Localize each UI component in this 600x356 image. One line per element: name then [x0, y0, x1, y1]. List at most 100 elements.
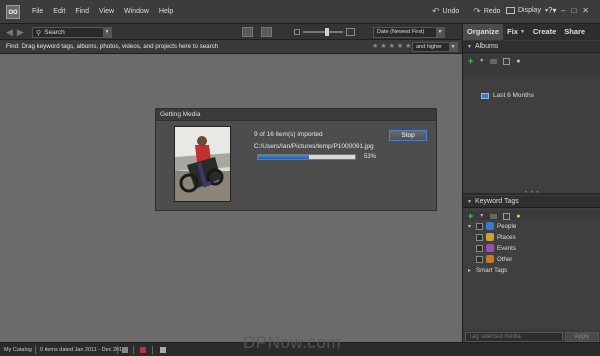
star-icon[interactable]: ★ — [372, 42, 378, 51]
sort-select[interactable]: Date (Newest First) ▼ — [373, 27, 445, 38]
status-divider — [35, 346, 36, 354]
rating-filter-select[interactable]: and higher ▼ — [412, 42, 458, 52]
delete-album-icon[interactable] — [490, 58, 498, 64]
panel-tabs: Organize Fix ▼ Create Share — [463, 24, 600, 40]
forward-arrow-icon[interactable]: ▶ — [17, 27, 24, 37]
collapse-triangle-icon: ▼ — [467, 43, 472, 50]
import-status: 9 of 16 item(s) imported — [254, 131, 323, 138]
progress-percent: 53% — [364, 154, 377, 160]
status-divider — [117, 346, 118, 354]
keyword-tags-header[interactable]: ▼ Keyword Tags — [463, 196, 600, 208]
import-progress-fill — [258, 155, 310, 159]
edit-album-icon[interactable] — [503, 57, 511, 65]
maximize-icon[interactable]: □ — [571, 6, 576, 15]
sync-icon[interactable] — [122, 347, 128, 353]
lightbulb-icon[interactable]: ● — [516, 58, 520, 65]
places-tag-icon — [486, 233, 494, 241]
display-button[interactable]: Display ▼ — [506, 7, 549, 14]
sort-value: Date (Newest First) — [377, 29, 425, 35]
status-divider — [152, 346, 153, 354]
menu-items: File Edit Find View Window Help — [32, 8, 173, 15]
tag-item-places[interactable]: Places — [468, 233, 516, 241]
tag-selected-media-input[interactable] — [465, 332, 563, 342]
undo-button[interactable]: ↶ Undo — [432, 6, 459, 17]
menu-window[interactable]: Window — [124, 8, 149, 15]
tag-label: Places — [497, 233, 516, 241]
help-icon[interactable]: ?▾ — [548, 6, 556, 15]
star-icon[interactable]: ★ — [380, 42, 386, 51]
stop-button[interactable]: Stop — [389, 130, 427, 141]
expand-triangle-icon[interactable]: ▾ — [468, 223, 473, 230]
minimize-icon[interactable]: – — [561, 6, 565, 15]
chevron-down-icon[interactable]: ▼ — [479, 58, 484, 64]
tag-checkbox[interactable] — [476, 244, 483, 252]
search-box: ⚲ ▼ — [32, 27, 112, 38]
chevron-down-icon: ▼ — [519, 29, 525, 35]
apply-button[interactable]: Apply — [565, 332, 599, 342]
toolbar: ◀ ▶ ⚲ ▼ Date (Newest First) ▼ — [0, 24, 462, 40]
other-tag-icon — [486, 255, 494, 263]
collapse-triangle-icon: ▼ — [467, 198, 472, 205]
menu-edit[interactable]: Edit — [53, 8, 65, 15]
albums-header[interactable]: ▼ Albums — [463, 41, 600, 53]
large-thumb-icon[interactable] — [346, 28, 355, 36]
tag-checkbox[interactable] — [476, 255, 483, 263]
menu-file[interactable]: File — [32, 8, 43, 15]
add-album-icon[interactable]: + — [468, 56, 473, 66]
album-label: Last 6 Months — [493, 92, 534, 99]
rating-filter-value: and higher — [416, 44, 442, 50]
import-progress-bar — [257, 154, 356, 160]
dialog-title: Getting Media — [156, 109, 436, 121]
display-icon — [506, 7, 515, 14]
smart-tags-item[interactable]: ▸ Smart Tags — [468, 266, 516, 274]
chevron-down-icon[interactable]: ▼ — [479, 213, 484, 219]
menu-find[interactable]: Find — [75, 8, 89, 15]
star-icon[interactable]: ★ — [397, 42, 403, 51]
tab-fix[interactable]: Fix ▼ — [503, 24, 529, 40]
rotate-left-icon[interactable] — [242, 27, 253, 37]
photo-image — [175, 127, 230, 201]
expand-triangle-icon[interactable]: ▸ — [468, 267, 473, 274]
tab-organize[interactable]: Organize — [463, 24, 504, 40]
nav-arrows: ◀ ▶ — [6, 27, 24, 37]
tag-checkbox[interactable] — [476, 233, 483, 241]
undo-redo-group: ↶ Undo ↷ Redo — [432, 6, 501, 17]
media-icon[interactable] — [160, 347, 166, 353]
photo-thumbnail — [174, 126, 231, 202]
app-logo: OO — [6, 5, 20, 19]
menu-bar: OO File Edit Find View Window Help ↶ Und… — [0, 0, 600, 24]
search-input[interactable] — [44, 29, 105, 36]
small-thumb-icon[interactable] — [294, 29, 300, 35]
thumb-size-handle[interactable] — [325, 28, 329, 36]
tag-item-people[interactable]: ▾ People — [468, 222, 516, 230]
thumb-size-track[interactable] — [303, 28, 343, 36]
back-arrow-icon[interactable]: ◀ — [6, 27, 13, 37]
catalog-name[interactable]: My Catalog — [4, 347, 32, 353]
redo-button[interactable]: ↷ Redo — [473, 6, 500, 17]
tag-label: People — [497, 222, 517, 230]
rotate-right-icon[interactable] — [261, 27, 272, 37]
album-item[interactable]: Last 6 Months — [481, 92, 534, 99]
undo-icon: ↶ — [432, 6, 440, 16]
menu-help[interactable]: Help — [159, 8, 173, 15]
tag-item-events[interactable]: Events — [468, 244, 516, 252]
alert-icon[interactable] — [140, 347, 146, 353]
tag-label: Events — [497, 244, 516, 252]
tab-create[interactable]: Create — [529, 24, 560, 40]
keyword-tags-list: ▾ People Places Events Other ▸ Smart Tag… — [463, 220, 600, 330]
display-label: Display — [518, 7, 541, 14]
tag-item-other[interactable]: Other — [468, 255, 516, 263]
star-icon[interactable]: ★ — [389, 42, 395, 51]
view-tool-icons — [242, 27, 272, 37]
window-controls: – □ ✕ — [561, 6, 589, 15]
thumbnail-size-slider — [294, 28, 355, 36]
star-icon[interactable]: ★ — [405, 42, 411, 51]
delete-tag-icon[interactable] — [490, 213, 498, 219]
menu-view[interactable]: View — [99, 8, 114, 15]
tag-checkbox[interactable] — [476, 222, 483, 230]
close-icon[interactable]: ✕ — [582, 6, 589, 15]
lightbulb-icon[interactable]: ● — [516, 213, 520, 220]
tab-share[interactable]: Share — [560, 24, 589, 40]
edit-tag-icon[interactable] — [503, 212, 511, 220]
search-dropdown-icon[interactable]: ▼ — [103, 28, 111, 37]
